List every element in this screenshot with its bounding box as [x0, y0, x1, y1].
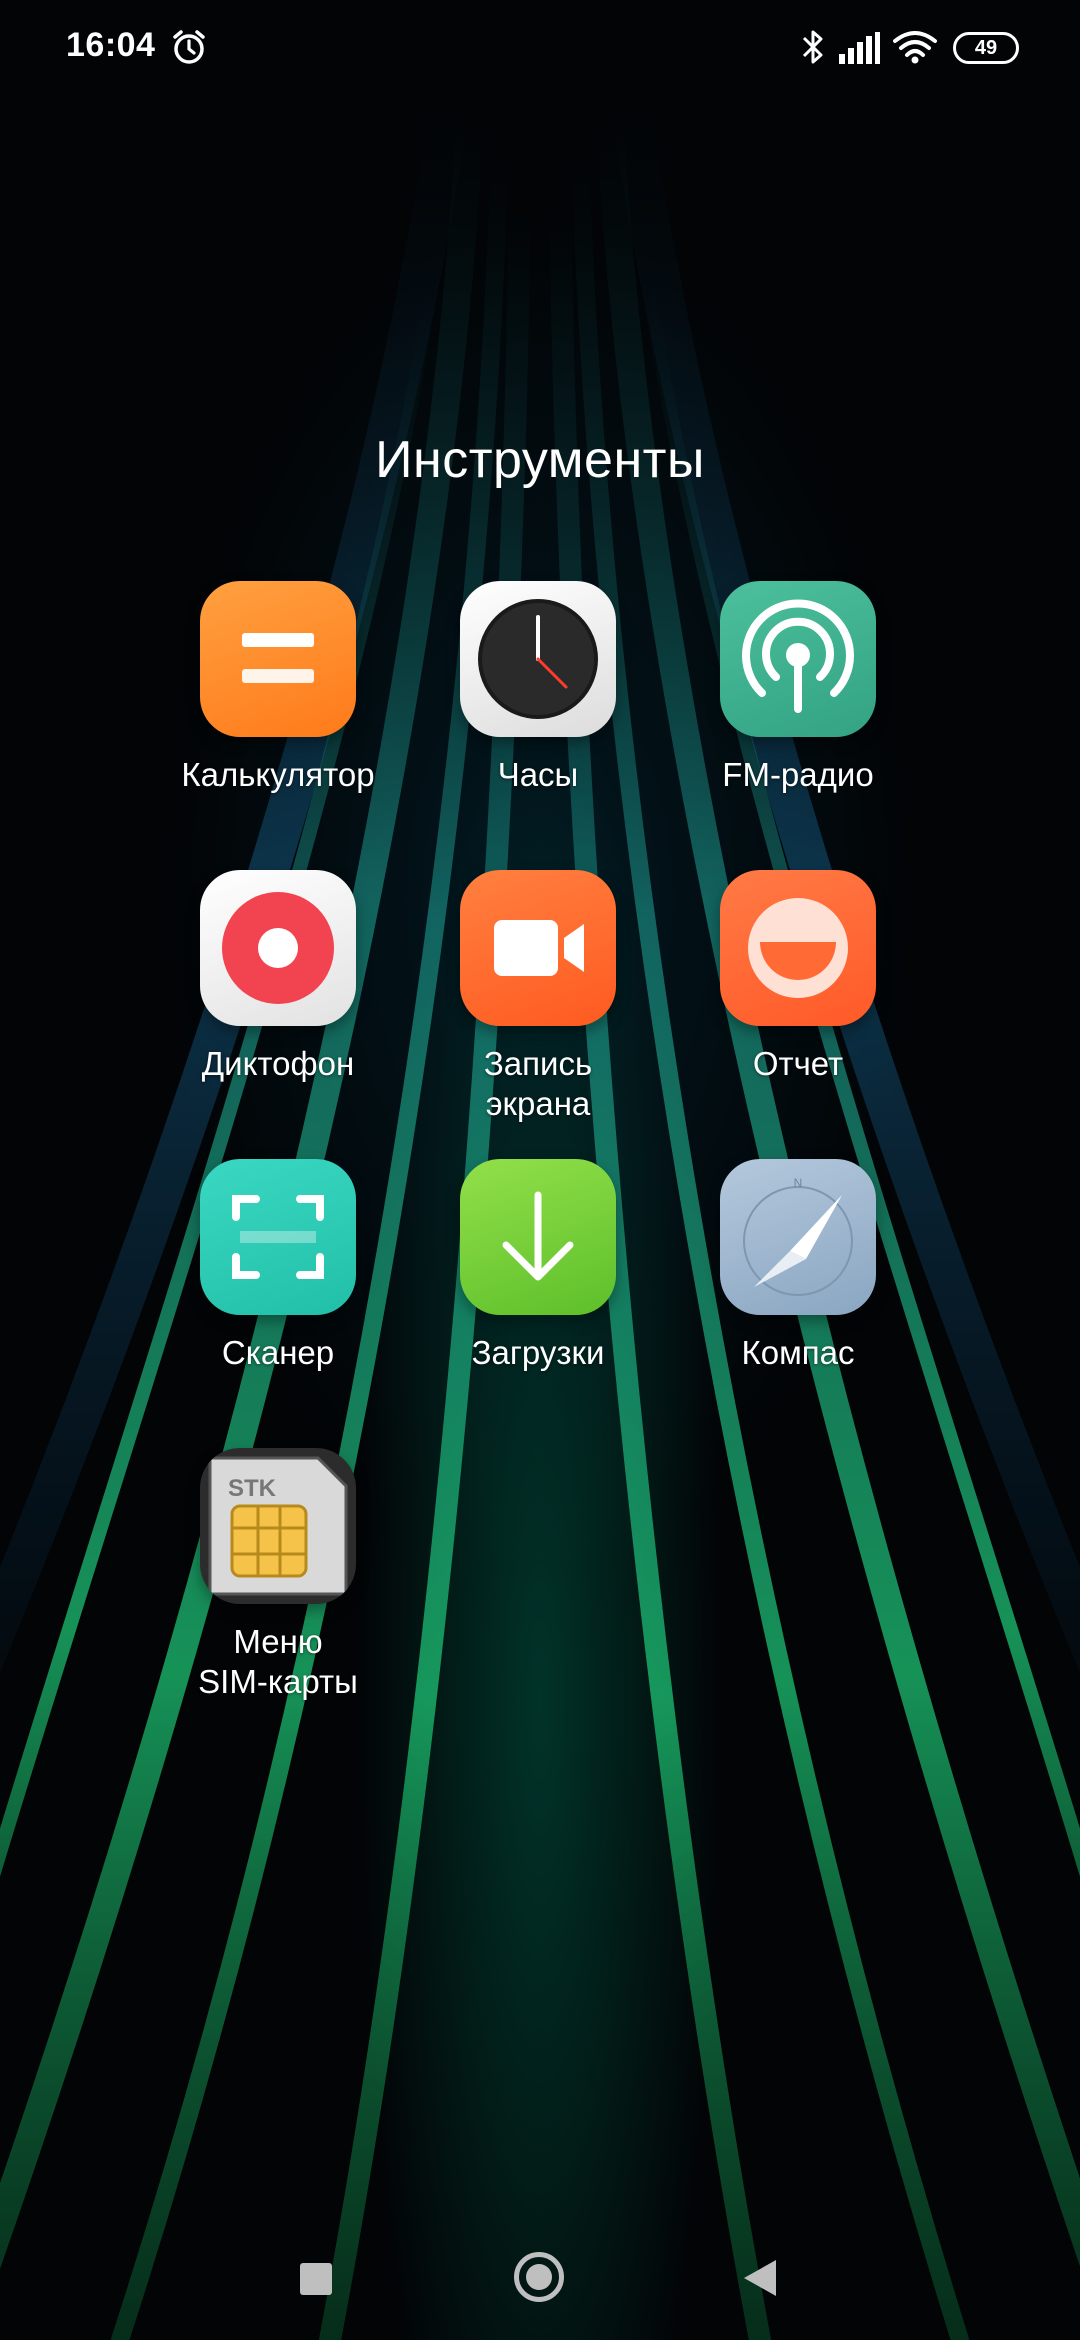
calculator-icon [200, 581, 356, 737]
compass-north-mark: N [794, 1176, 803, 1190]
folder-title[interactable]: Инструменты [0, 430, 1080, 490]
app-calculator[interactable]: Калькулятор [148, 581, 408, 795]
status-time: 16:04 [66, 26, 156, 64]
app-compass[interactable]: N Компас [668, 1159, 928, 1373]
app-label: Загрузки [471, 1334, 605, 1371]
feedback-icon [720, 870, 876, 1026]
app-scanner[interactable]: Сканер [148, 1159, 408, 1373]
recorder-icon [200, 870, 356, 1026]
app-label: Запись экрана [483, 1045, 593, 1122]
app-clock[interactable]: Часы [408, 581, 668, 795]
app-downloads[interactable]: Загрузки [408, 1159, 668, 1373]
battery-icon: 49 [953, 32, 1019, 64]
app-label: Отчет [752, 1045, 844, 1082]
battery-level: 49 [974, 36, 998, 59]
back-button[interactable] [742, 2258, 778, 2298]
app-label: FM-радио [722, 756, 874, 793]
app-feedback[interactable]: Отчет [668, 870, 928, 1084]
alarm-icon [173, 30, 205, 64]
scanner-icon [200, 1159, 356, 1315]
sim-stk-label: STK [228, 1475, 277, 1502]
app-recorder[interactable]: Диктофон [148, 870, 408, 1084]
signal-icon [839, 32, 880, 64]
app-screen-recorder[interactable]: Запись экрана [408, 870, 668, 1124]
recents-button[interactable] [300, 2263, 332, 2295]
navigation-bar [0, 2230, 1080, 2340]
app-label: Калькулятор [181, 756, 375, 793]
sim-card-icon: STK [200, 1448, 356, 1604]
clock-icon [460, 581, 616, 737]
status-bar: 16:04 49 [0, 0, 1080, 96]
radio-icon [720, 581, 876, 737]
app-fm-radio[interactable]: FM-радио [668, 581, 928, 795]
home-button[interactable] [514, 2252, 564, 2302]
wifi-icon [893, 31, 937, 64]
screen-record-icon [460, 870, 616, 1026]
app-label: Компас [741, 1334, 855, 1371]
app-label: Часы [497, 756, 579, 793]
app-sim-toolkit[interactable]: STK Меню SIM-карты [148, 1448, 408, 1702]
compass-icon: N [720, 1159, 876, 1315]
app-label: Диктофон [201, 1045, 355, 1082]
download-icon [460, 1159, 616, 1315]
app-label: Меню SIM-карты [198, 1623, 358, 1700]
app-label: Сканер [221, 1334, 335, 1371]
bluetooth-icon [802, 30, 823, 64]
